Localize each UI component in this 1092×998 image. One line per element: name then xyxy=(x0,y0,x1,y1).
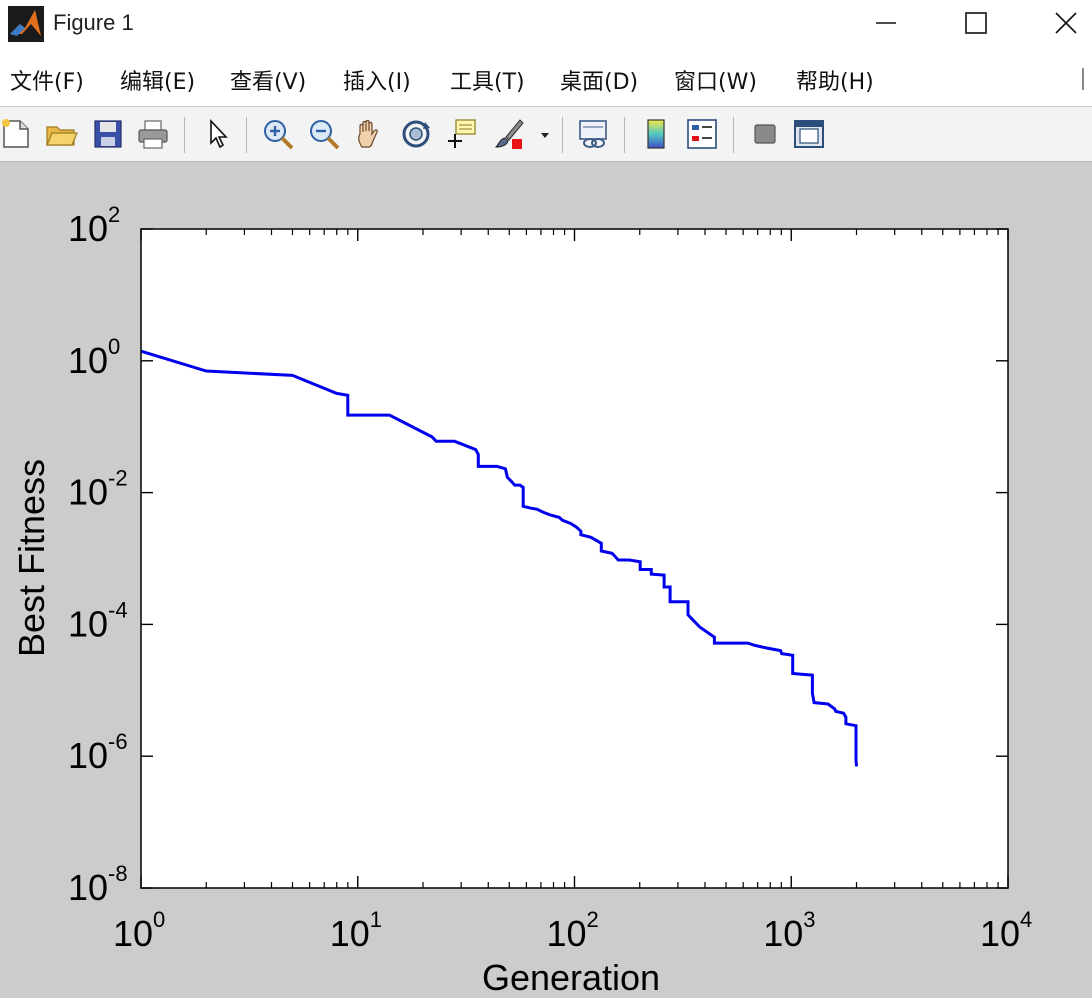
toolbar-separator xyxy=(624,117,625,153)
x-tick-label: 104 xyxy=(980,907,1032,954)
x-axis-label: Generation xyxy=(482,957,660,998)
y-tick-label: 10-2 xyxy=(68,466,128,513)
y-tick-label: 100 xyxy=(68,334,120,381)
show-plot-tools-icon xyxy=(794,120,824,148)
menu-tools[interactable]: 工具(T) xyxy=(450,64,525,96)
figure-toolbar xyxy=(0,107,1092,162)
save-button[interactable] xyxy=(91,117,125,151)
maximize-button[interactable] xyxy=(946,0,1006,46)
menu-file[interactable]: 文件(F) xyxy=(10,64,84,96)
menu-edit[interactable]: 编辑(E) xyxy=(120,64,195,96)
matlab-logo-icon xyxy=(8,6,44,42)
save-icon xyxy=(94,120,122,148)
menu-view[interactable]: 查看(V) xyxy=(230,64,306,96)
menu-desktop[interactable]: 桌面(D) xyxy=(560,64,638,96)
axes-background xyxy=(141,229,1008,888)
pointer-button[interactable] xyxy=(201,117,235,151)
x-tick-label: 102 xyxy=(547,907,599,954)
rotate-3d-icon xyxy=(402,120,430,148)
menu-insert[interactable]: 插入(I) xyxy=(343,64,411,96)
pointer-icon xyxy=(210,118,228,149)
pan-button[interactable] xyxy=(353,117,387,151)
zoom-in-icon xyxy=(264,120,294,150)
link-plot-icon xyxy=(579,120,607,148)
colorbar-button[interactable] xyxy=(640,117,674,151)
data-cursor-icon xyxy=(448,119,476,148)
y-tick-label: 10-4 xyxy=(68,597,128,644)
zoom-in-button[interactable] xyxy=(261,117,295,151)
brush-dropdown-button[interactable] xyxy=(536,117,554,151)
open-file-icon xyxy=(46,126,78,146)
toolbar-separator xyxy=(562,117,563,153)
brush-button[interactable] xyxy=(492,117,526,151)
link-plot-button[interactable] xyxy=(577,117,611,151)
print-icon xyxy=(138,120,168,149)
legend-icon xyxy=(687,119,717,149)
toolbar-separator xyxy=(246,117,247,153)
zoom-out-icon xyxy=(310,120,340,150)
minimize-icon xyxy=(876,22,896,24)
x-tick-labels: 100 101 102 103 104 xyxy=(113,907,1032,954)
menu-bar: 文件(F) 编辑(E) 查看(V) 插入(I) 工具(T) 桌面(D) 窗口(W… xyxy=(0,50,1092,107)
legend-button[interactable] xyxy=(685,117,719,151)
show-plot-tools-button[interactable] xyxy=(792,117,826,151)
print-button[interactable] xyxy=(136,117,170,151)
rotate-3d-button[interactable] xyxy=(399,117,433,151)
window-title: Figure 1 xyxy=(53,10,134,35)
chevron-down-icon xyxy=(541,133,549,138)
minimize-button[interactable] xyxy=(856,0,916,46)
pan-icon xyxy=(358,119,378,148)
toolbar-separator xyxy=(184,117,185,153)
hide-plot-tools-button[interactable] xyxy=(748,117,782,151)
y-tick-label: 10-6 xyxy=(68,729,128,776)
figure-canvas[interactable]: 100 101 102 103 104 10-8 10-6 10-4 10-2 100 102 G… xyxy=(0,162,1092,998)
menu-overflow-grip xyxy=(1082,68,1084,90)
y-tick-label: 10-8 xyxy=(68,861,128,908)
title-bar: Figure 1 xyxy=(0,0,1092,50)
new-figure-button[interactable] xyxy=(0,117,34,151)
y-tick-label: 102 xyxy=(68,202,120,249)
close-button[interactable] xyxy=(1036,0,1092,46)
menu-window[interactable]: 窗口(W) xyxy=(674,64,757,96)
x-tick-label: 103 xyxy=(763,907,815,954)
plot-svg: 100 101 102 103 104 10-8 10-6 10-4 10-2 100 102 G… xyxy=(11,202,1032,998)
toolbar-separator xyxy=(733,117,734,153)
y-tick-labels: 10-8 10-6 10-4 10-2 100 102 xyxy=(68,202,128,908)
hide-plot-tools-icon xyxy=(754,124,776,144)
brush-icon xyxy=(494,119,524,149)
close-icon xyxy=(1055,12,1077,34)
new-figure-icon xyxy=(2,119,29,148)
zoom-out-button[interactable] xyxy=(307,117,341,151)
maximize-icon xyxy=(965,12,987,34)
menu-help[interactable]: 帮助(H) xyxy=(796,64,874,96)
colorbar-icon xyxy=(647,119,665,149)
y-axis-label: Best Fitness xyxy=(11,459,52,657)
x-tick-label: 100 xyxy=(113,907,165,954)
open-file-button[interactable] xyxy=(44,117,78,151)
x-tick-label: 101 xyxy=(330,907,382,954)
data-cursor-button[interactable] xyxy=(444,117,478,151)
